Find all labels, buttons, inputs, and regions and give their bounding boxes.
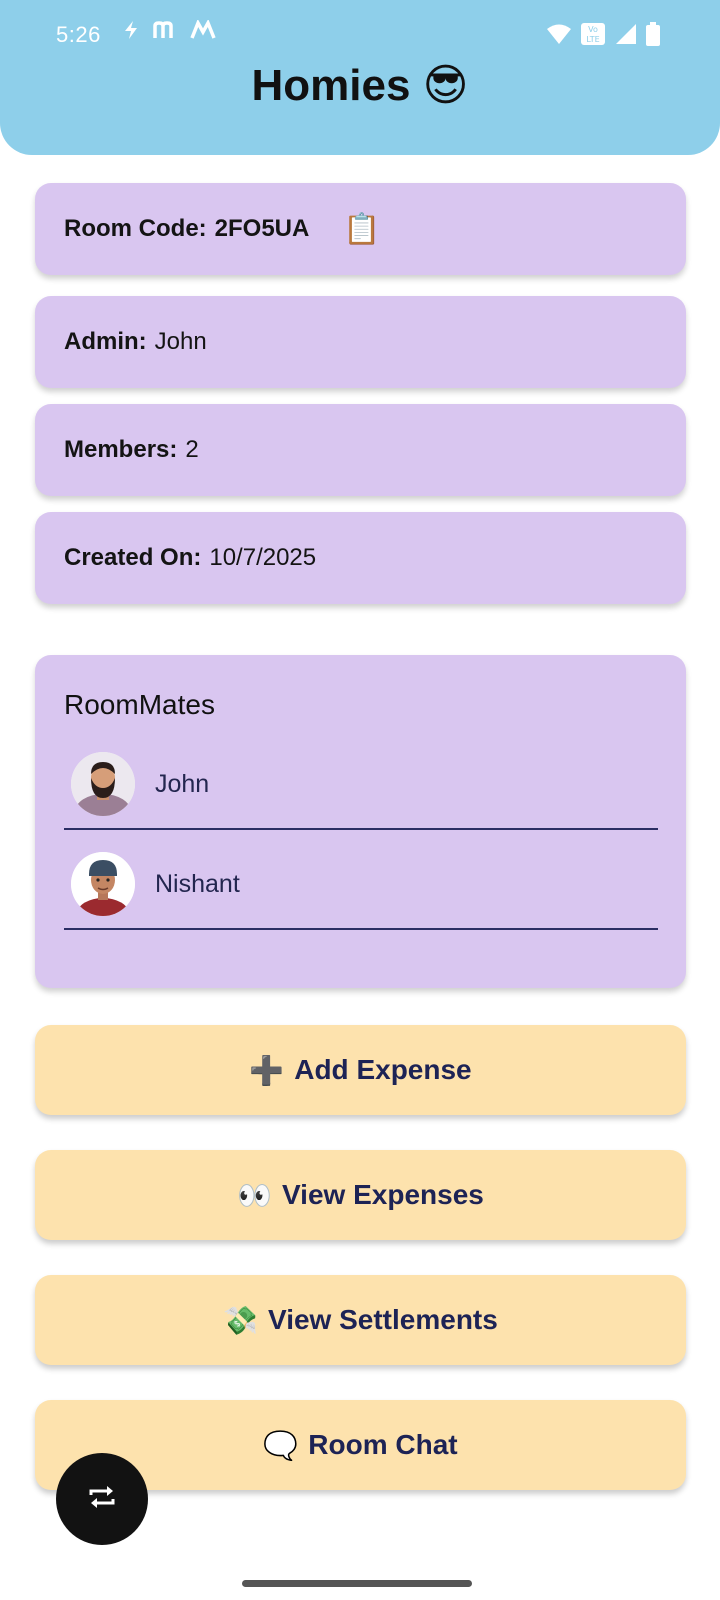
room-code-card: Room Code: 2FO5UA 📋 — [35, 183, 686, 275]
wifi-icon — [546, 23, 572, 51]
status-system-icons: Vo LTE — [546, 22, 660, 52]
switch-room-button[interactable] — [56, 1453, 148, 1545]
roommate-name: John — [155, 770, 210, 798]
roommate-item[interactable]: John — [64, 740, 658, 830]
speech-bubble-icon: 🗨️ — [263, 1429, 299, 1461]
bearded-man-avatar — [71, 752, 135, 816]
room-chat-label: Room Chat — [308, 1429, 458, 1460]
page-title: Homies 😎 — [251, 61, 469, 110]
eyes-icon: 👀 — [237, 1179, 273, 1211]
home-indicator[interactable] — [242, 1580, 472, 1587]
battery-icon — [646, 22, 660, 52]
plus-icon: ➕ — [249, 1054, 285, 1086]
view-expenses-label: View Expenses — [282, 1179, 484, 1210]
created-on-card: Created On: 10/7/2025 — [35, 512, 686, 604]
copy-room-code-icon[interactable]: 📋 — [343, 212, 380, 247]
flash-icon — [122, 20, 140, 46]
app-header: 5:26 Vo LTE Homies 😎 — [0, 0, 720, 155]
roommates-card: RoomMates John Nishant — [35, 655, 686, 988]
admin-card: Admin: John — [35, 296, 686, 388]
members-label: Members: — [64, 436, 178, 463]
m-logo-icon — [190, 18, 216, 46]
admin-label: Admin: — [64, 328, 147, 355]
young-man-cap-avatar — [71, 852, 135, 916]
status-notification-icons — [122, 18, 216, 46]
room-code-label: Room Code: — [64, 215, 207, 242]
m-icon — [152, 20, 178, 46]
signal-icon — [614, 23, 638, 51]
view-settlements-label: View Settlements — [268, 1304, 498, 1335]
volte-icon: Vo LTE — [580, 22, 606, 52]
svg-text:LTE: LTE — [586, 35, 599, 44]
created-on-label: Created On: — [64, 544, 202, 571]
roommates-title: RoomMates — [64, 689, 215, 720]
admin-value: John — [154, 328, 207, 355]
svg-text:Vo: Vo — [588, 25, 598, 34]
members-value: 2 — [185, 436, 199, 463]
members-card: Members: 2 — [35, 404, 686, 496]
roommate-name: Nishant — [155, 870, 240, 898]
add-expense-label: Add Expense — [294, 1054, 472, 1085]
money-flying-icon: 💸 — [223, 1304, 259, 1336]
status-bar: 5:26 Vo LTE — [0, 18, 720, 52]
view-expenses-button[interactable]: 👀 View Expenses — [35, 1150, 686, 1240]
swap-icon — [87, 1485, 117, 1514]
room-code-value: 2FO5UA — [214, 215, 310, 242]
status-time: 5:26 — [56, 22, 101, 47]
add-expense-button[interactable]: ➕ Add Expense — [35, 1025, 686, 1115]
view-settlements-button[interactable]: 💸 View Settlements — [35, 1275, 686, 1365]
created-on-value: 10/7/2025 — [209, 544, 317, 571]
roommate-item[interactable]: Nishant — [64, 840, 658, 930]
